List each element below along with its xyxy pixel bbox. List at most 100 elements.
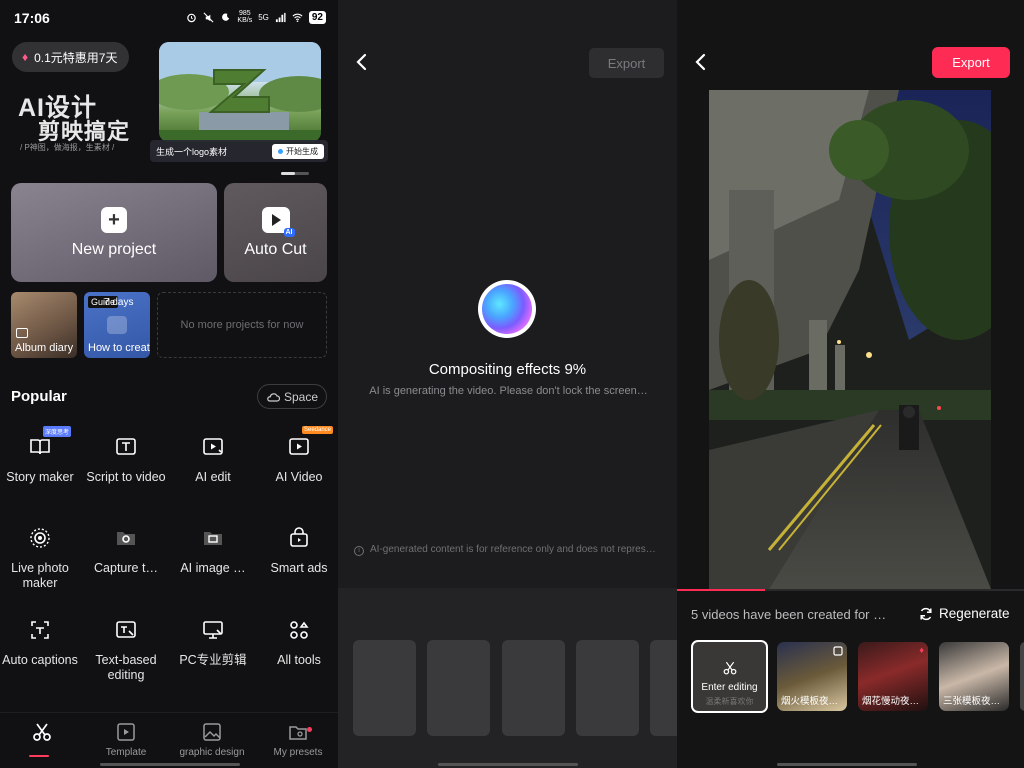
tool-pc-editing[interactable]: PC专业剪辑 — [173, 615, 253, 668]
dnd-icon — [222, 12, 230, 21]
start-generate-button[interactable]: 开始生成 — [272, 143, 324, 159]
thumbnail-label: 烟火模板夜… — [781, 696, 839, 707]
tool-label: Story maker — [6, 470, 74, 484]
tool-live-photo-maker[interactable]: Live photo maker — [0, 523, 80, 591]
compositing-panel: Export Compositing effects 9% AI is gene… — [338, 0, 677, 768]
video-thumbnail[interactable]: ♦ 烟花慢动夜… — [858, 642, 928, 711]
draft-album-diary[interactable]: Album diary — [11, 292, 77, 358]
video-thumbnail[interactable]: 烟火模板夜… — [777, 642, 847, 711]
no-more-projects: No more projects for now — [157, 292, 327, 358]
tool-text-based-editing[interactable]: Text-based editing — [86, 615, 166, 683]
video-thumbnail[interactable]: 三张模板夜… — [939, 642, 1009, 711]
export-button-disabled[interactable]: Export — [589, 48, 664, 78]
tool-label: Auto captions — [2, 653, 78, 667]
nav-label: graphic design — [179, 747, 245, 758]
banner-page-indicator — [281, 172, 309, 175]
compositing-title: Compositing effects 9% — [428, 361, 587, 378]
back-arrow-icon[interactable] — [691, 50, 711, 74]
capture-icon — [117, 532, 135, 545]
thumbnail-placeholder — [576, 640, 639, 736]
new-project-button[interactable]: + New project — [11, 183, 217, 282]
tool-tag: Seedance — [302, 426, 334, 434]
tool-label: Live photo maker — [11, 561, 69, 590]
draft-label: How to create — [88, 342, 150, 354]
refresh-icon — [920, 607, 932, 620]
enter-editing-thumbnail[interactable]: Enter editing 温柔新喜欢你 — [691, 640, 768, 713]
nav-my-presets[interactable]: My presets — [256, 721, 338, 758]
enter-editing-label: Enter editing — [701, 682, 758, 693]
home-panel: 17:06 985 KB/s 5G 92 ♦ 0.1元特惠用7天 AI设计 剪映搞… — [0, 0, 338, 768]
tool-label: AI image … — [180, 561, 246, 575]
tool-label: Smart ads — [270, 561, 328, 575]
diamond-icon: ♦ — [919, 645, 924, 655]
thumbnail-placeholder — [650, 640, 677, 736]
video-preview[interactable] — [709, 90, 991, 589]
nav-label: Template — [105, 747, 147, 758]
tool-smart-ads[interactable]: Smart ads — [259, 523, 338, 576]
space-label: Space — [283, 389, 319, 404]
ai-image-icon — [204, 532, 222, 545]
ai-disclaimer: i AI-generated content is for reference o… — [354, 544, 660, 556]
notification-dot — [307, 727, 312, 732]
template-icon — [833, 646, 843, 656]
draft-label: Album diary — [15, 342, 74, 354]
nav-graphic-design[interactable]: graphic design — [170, 721, 254, 758]
tool-auto-captions[interactable]: Auto captions — [0, 615, 80, 668]
ai-video-icon — [289, 438, 309, 455]
thumbnail-strip — [338, 588, 677, 768]
tool-ai-video[interactable]: Seedance AI Video — [259, 426, 338, 485]
tool-ai-image[interactable]: AI image … — [173, 523, 253, 576]
thumbnail-label: 烟花慢动夜… — [862, 696, 920, 707]
banner-image — [159, 42, 321, 142]
space-button[interactable]: Space — [257, 384, 327, 409]
thumbnail-label: 三张模板夜… — [943, 696, 1001, 707]
presets-icon — [289, 726, 307, 740]
thumbnail-placeholder — [427, 640, 490, 736]
tool-ai-edit[interactable]: AI edit — [173, 432, 253, 485]
banner-subtitle: / P神图，做海报，生素材 / — [20, 143, 115, 152]
draft-guide[interactable]: Guide 7 days How to create — [84, 292, 150, 358]
nav-template[interactable]: Template — [84, 721, 168, 758]
back-arrow-icon[interactable] — [352, 50, 372, 74]
popular-title: Popular — [11, 388, 67, 405]
disclaimer-text: AI-generated content is for reference on… — [370, 544, 656, 555]
tool-label: Text-based editing — [95, 653, 157, 682]
promo-pill[interactable]: ♦ 0.1元特惠用7天 — [12, 42, 130, 72]
playback-progress[interactable] — [677, 589, 1024, 591]
cloud-icon — [267, 392, 280, 402]
bag-icon — [290, 527, 308, 547]
plus-icon: + — [101, 206, 127, 233]
live-photo-icon — [30, 528, 50, 548]
new-project-label: New project — [71, 240, 157, 258]
network-speed: 985 KB/s — [237, 10, 253, 24]
video-thumbnail-partial[interactable] — [1020, 642, 1024, 711]
promo-label: 0.1元特惠用7天 — [34, 50, 118, 65]
auto-cut-button[interactable]: AI Auto Cut — [224, 183, 327, 282]
banner-caption: 生成一个logo素材 开始生成 — [150, 140, 328, 162]
promo-banner[interactable]: ♦ 0.1元特惠用7天 AI设计 剪映搞定 / P神图，做海报，生素材 / 生成… — [0, 36, 338, 168]
nav-active-indicator — [29, 755, 49, 757]
tool-capture[interactable]: Capture t… — [86, 523, 166, 576]
tool-script-to-video[interactable]: Script to video — [86, 432, 166, 485]
export-button[interactable]: Export — [932, 47, 1010, 78]
nav-edit[interactable] — [0, 721, 84, 747]
diamond-icon: ♦ — [22, 50, 29, 64]
wifi-icon — [292, 13, 303, 22]
home-indicator — [777, 763, 917, 766]
pc-icon — [203, 621, 223, 639]
tool-tag: 深度思考 — [43, 426, 72, 437]
tool-story-maker[interactable]: 深度思考 Story maker — [0, 426, 80, 485]
thumbnail-placeholder — [353, 640, 416, 736]
faded-caption: 温柔新喜欢你 — [705, 697, 754, 706]
image-icon — [16, 328, 28, 338]
book-icon — [30, 439, 50, 455]
tool-all-tools[interactable]: All tools — [259, 615, 338, 668]
status-bar: 17:06 985 KB/s 5G 92 — [0, 0, 338, 36]
regenerate-button[interactable]: Regenerate — [919, 606, 1010, 621]
scissors-icon — [33, 723, 51, 741]
result-panel: Export 5 videos have been created for … … — [677, 0, 1024, 768]
tool-label: PC专业剪辑 — [179, 653, 247, 667]
video-icon — [107, 316, 127, 334]
regenerate-label: Regenerate — [939, 606, 1010, 621]
home-indicator — [438, 763, 578, 766]
